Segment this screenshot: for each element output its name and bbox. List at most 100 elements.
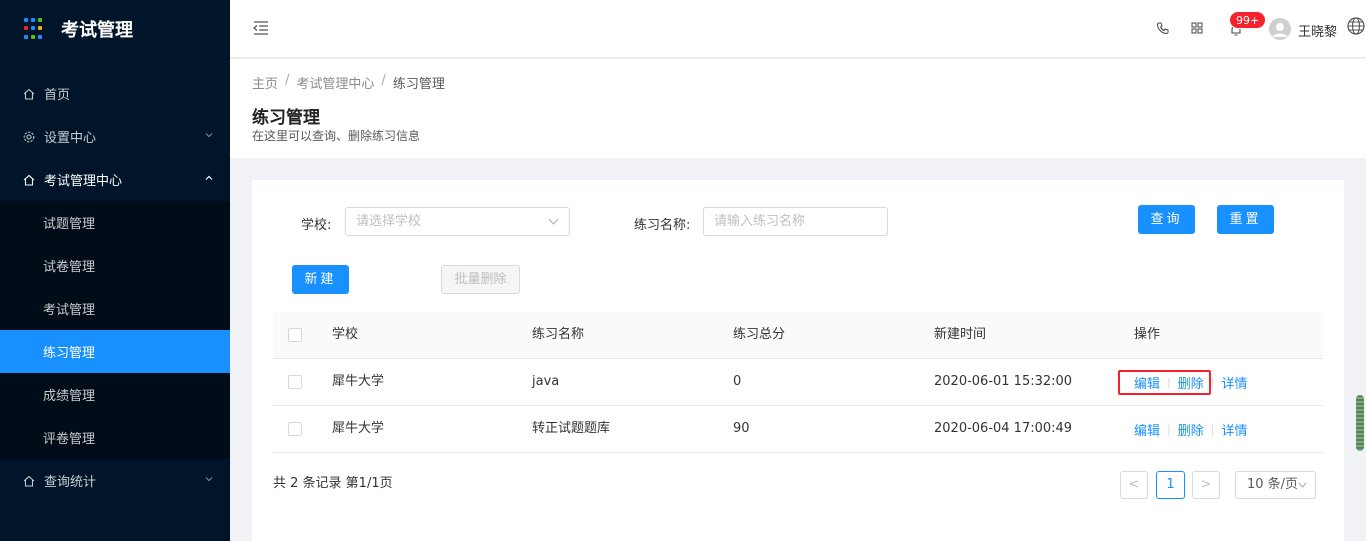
breadcrumb-exam-center[interactable]: 考试管理中心 [296,73,374,92]
row-actions: 编辑 | 删除 | 详情 [1134,359,1247,405]
cell-school: 犀牛大学 [332,421,385,436]
reset-button[interactable]: 重置 [1217,205,1274,234]
batch-delete-button[interactable]: 批量删除 [441,265,520,294]
school-filter-label: 学校: [301,218,332,233]
sidebar-item-label: 试题管理 [43,217,96,232]
delete-link[interactable]: 删除 [1178,373,1204,392]
logo-dot [24,34,28,39]
notification-badge: 99+ [1229,11,1267,29]
sidebar-item-label: 练习管理 [43,346,96,361]
next-page-button[interactable]: > [1192,471,1220,499]
practice-name-input[interactable] [703,207,888,236]
column-header-school: 学校 [332,327,359,342]
exam-center-submenu: 试题管理 试卷管理 考试管理 练习管理 成绩管理 评卷管理 [0,201,230,459]
chevron-down-icon [205,133,213,138]
detail-link[interactable]: 详情 [1221,373,1247,392]
logo-dot [38,34,42,39]
practice-name-label: 练习名称: [634,218,691,233]
sidebar-item-settings[interactable]: 设置中心 [0,115,230,158]
phone-icon[interactable] [1156,21,1170,35]
pagination-summary: 共 2 条记录 第1/1页 [273,476,393,491]
menu-fold-icon[interactable] [252,20,270,36]
chevron-down-icon [548,218,559,225]
row-actions: 编辑 | 删除 | 详情 [1134,406,1247,452]
logo-dot [24,26,28,31]
query-button[interactable]: 查询 [1138,205,1195,234]
sidebar-item-home[interactable]: 首页 [0,72,230,115]
sidebar-item-papers[interactable]: 试卷管理 [0,244,230,287]
brand: 考试管理 [0,0,230,58]
app-logo-icon [24,18,46,40]
topbar: 99+ 王晓黎 [230,0,1366,58]
sidebar: 考试管理 首页 设置中心 考试管理中心 试题管理 试卷管理 考试管理 练习管理 … [0,0,230,541]
sidebar-item-scores[interactable]: 成绩管理 [0,373,230,416]
avatar[interactable] [1269,18,1291,40]
prev-page-button[interactable]: < [1120,471,1148,499]
chevron-down-icon [205,477,213,482]
logo-dot [38,18,42,22]
sidebar-item-label: 设置中心 [44,131,97,146]
school-select-placeholder: 请选择学校 [356,214,422,229]
content-card: 学校: 请选择学校 练习名称: 查询 重置 新建 批量删除 学校 练习名称 练习… [252,180,1344,541]
username[interactable]: 王晓黎 [1298,21,1337,40]
sidebar-item-questions[interactable]: 试题管理 [0,201,230,244]
table-row: 犀牛大学 java 0 2020-06-01 15:32:00 编辑 | 删除 … [273,359,1323,406]
divider: | [1167,375,1171,389]
sidebar-item-label: 考试管理 [43,303,96,318]
edit-link[interactable]: 编辑 [1134,420,1160,439]
column-header-name: 练习名称 [532,327,585,342]
logo-dot [38,26,42,31]
breadcrumb-home[interactable]: 主页 [252,73,278,92]
cell-created: 2020-06-01 15:32:00 [934,374,1073,389]
sidebar-item-label: 评卷管理 [43,432,96,447]
home-icon [22,173,36,187]
column-header-score: 练习总分 [733,327,786,342]
logo-dot [31,34,35,39]
column-header-created: 新建时间 [934,327,987,342]
sidebar-item-label: 查询统计 [44,475,97,490]
cell-created: 2020-06-04 17:00:49 [934,421,1073,436]
select-all-checkbox[interactable] [288,328,302,342]
new-button[interactable]: 新建 [292,265,349,294]
edit-link[interactable]: 编辑 [1134,373,1160,392]
page-number-button[interactable]: 1 [1156,471,1185,499]
sidebar-item-statistics[interactable]: 查询统计 [0,459,230,502]
practice-table: 学校 练习名称 练习总分 新建时间 操作 犀牛大学 java 0 2020-06… [273,312,1323,453]
sidebar-item-label: 成绩管理 [43,389,96,404]
page-title: 练习管理 [252,108,320,128]
breadcrumb: 主页 / 考试管理中心 / 练习管理 [252,73,445,92]
sidebar-item-grading[interactable]: 评卷管理 [0,416,230,459]
row-checkbox[interactable] [288,422,302,436]
home-icon [22,87,36,101]
brand-title: 考试管理 [61,20,133,41]
scrollbar-thumb[interactable] [1356,395,1364,451]
cell-name: 转正试题题库 [532,421,611,436]
divider: | [1167,422,1171,436]
page-description: 在这里可以查询、删除练习信息 [252,129,421,143]
detail-link[interactable]: 详情 [1221,420,1247,439]
breadcrumb-current: 练习管理 [392,77,445,92]
sidebar-item-label: 考试管理中心 [44,174,123,189]
chevron-down-icon [1298,482,1307,488]
divider: | [1210,422,1215,436]
globe-icon[interactable] [1346,16,1366,36]
chevron-up-icon [205,175,213,180]
sidebar-item-practice[interactable]: 练习管理 [0,330,230,373]
page-size-select[interactable]: 10 条/页 [1235,471,1316,499]
gear-icon [22,130,36,144]
cell-school: 犀牛大学 [332,374,385,389]
row-checkbox[interactable] [288,375,302,389]
logo-dot [31,26,35,31]
cell-score: 0 [733,374,742,389]
sidebar-item-exam-center[interactable]: 考试管理中心 [0,158,230,201]
sidebar-item-exams[interactable]: 考试管理 [0,287,230,330]
home-icon [22,474,36,488]
cell-name: java [532,374,560,389]
logo-dot [31,18,35,22]
apps-grid-icon[interactable] [1190,21,1204,35]
cell-score: 90 [733,421,750,436]
delete-link[interactable]: 删除 [1178,420,1204,439]
sidebar-item-label: 试卷管理 [43,260,96,275]
school-select[interactable]: 请选择学校 [345,207,570,236]
breadcrumb-separator: / [285,73,290,88]
